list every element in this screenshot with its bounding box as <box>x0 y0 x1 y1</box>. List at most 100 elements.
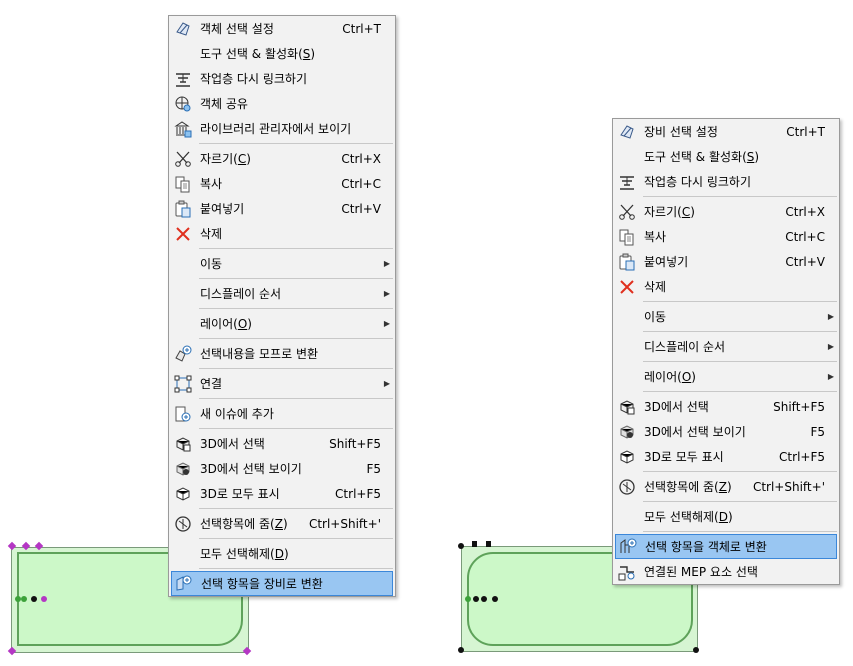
menu-item-shortcut: Ctrl+V <box>341 201 381 216</box>
menu-item-label: 디스플레이 순서 <box>644 340 726 354</box>
menu-item-3d로-모두-표시[interactable]: 3D로 모두 표시 Ctrl+F5 <box>169 481 395 506</box>
menu-separator <box>199 143 393 144</box>
select-in-3d-icon <box>174 435 192 453</box>
connected-mep-select-icon <box>618 563 636 581</box>
right-node-black-3[interactable] <box>492 596 498 602</box>
menu-item-자르기[interactable]: 자르기(C) Ctrl+X <box>613 199 839 224</box>
empty-icon-slot <box>618 308 636 326</box>
menu-separator <box>199 338 393 339</box>
menu-item-shortcut: Ctrl+F5 <box>335 486 381 501</box>
right-context-menu: 장비 선택 설정 Ctrl+T 도구 선택 & 활성화(S) 작업층 다시 링크하기자… <box>612 118 840 585</box>
show-selection-3d-icon <box>618 423 636 441</box>
menu-item-label: 붙여넣기 <box>644 255 689 269</box>
menu-item-label: 모두 선택해제(D) <box>200 547 289 561</box>
menu-item-3d에서-선택[interactable]: 3D에서 선택 Shift+F5 <box>169 431 395 456</box>
menu-item-도구-선택-활성화[interactable]: 도구 선택 & 활성화(S) <box>169 41 395 66</box>
menu-item-shortcut: Ctrl+Shift+' <box>752 479 825 494</box>
menu-item-label: 레이어(O) <box>200 317 252 331</box>
right-node-green[interactable] <box>465 596 471 602</box>
show-all-3d-icon <box>618 448 636 466</box>
right-handle-1[interactable] <box>472 541 477 547</box>
left-node-magenta[interactable] <box>41 596 47 602</box>
menu-item-label: 객체 공유 <box>200 97 248 111</box>
menu-item-모두-선택해제[interactable]: 모두 선택해제(D) <box>613 504 839 529</box>
menu-item-선택내용을-모프로-변환[interactable]: 선택내용을 모프로 변환 <box>169 341 395 366</box>
menu-item-삭제[interactable]: 삭제 <box>169 221 395 246</box>
menu-item-3d에서-선택-보이기[interactable]: 3D에서 선택 보이기 F5 <box>613 419 839 444</box>
submenu-arrow-icon: ▶ <box>383 289 390 298</box>
menu-item-label: 3D로 모두 표시 <box>200 487 280 501</box>
menu-item-새-이슈에-추가[interactable]: 새 이슈에 추가 <box>169 401 395 426</box>
left-node-black[interactable] <box>31 596 37 602</box>
empty-icon-slot <box>174 45 192 63</box>
copy-icon <box>174 175 192 193</box>
right-corner-bl[interactable] <box>458 647 464 653</box>
menu-item-label: 선택 항목을 장비로 변환 <box>201 577 323 591</box>
menu-item-label: 디스플레이 순서 <box>200 287 282 301</box>
menu-item-shortcut: Ctrl+Shift+' <box>308 516 381 531</box>
menu-separator <box>643 531 837 532</box>
menu-item-label: 이동 <box>200 257 223 271</box>
menu-item-label: 선택내용을 모프로 변환 <box>200 347 319 361</box>
equipment-select-settings-icon <box>618 123 636 141</box>
object-share-icon <box>174 95 192 113</box>
menu-separator <box>643 301 837 302</box>
menu-item-label: 복사 <box>200 177 223 191</box>
menu-item-label: 삭제 <box>200 227 223 241</box>
menu-item-3d로-모두-표시[interactable]: 3D로 모두 표시 Ctrl+F5 <box>613 444 839 469</box>
menu-item-레이어[interactable]: 레이어(O) ▶ <box>613 364 839 389</box>
menu-item-모두-선택해제[interactable]: 모두 선택해제(D) <box>169 541 395 566</box>
menu-separator <box>199 278 393 279</box>
menu-item-label: 레이어(O) <box>644 370 696 384</box>
right-node-black[interactable] <box>473 596 479 602</box>
menu-item-이동[interactable]: 이동 ▶ <box>169 251 395 276</box>
menu-item-이동[interactable]: 이동 ▶ <box>613 304 839 329</box>
menu-item-shortcut: Ctrl+C <box>785 229 825 244</box>
menu-item-객체-선택-설정[interactable]: 객체 선택 설정 Ctrl+T <box>169 16 395 41</box>
menu-item-장비-선택-설정[interactable]: 장비 선택 설정 Ctrl+T <box>613 119 839 144</box>
menu-item-디스플레이-순서[interactable]: 디스플레이 순서 ▶ <box>169 281 395 306</box>
zoom-to-selection-icon <box>174 515 192 533</box>
menu-item-작업층-다시-링크하기[interactable]: 작업층 다시 링크하기 <box>613 169 839 194</box>
left-node-green-2[interactable] <box>21 596 27 602</box>
menu-separator <box>199 368 393 369</box>
menu-item-3d에서-선택[interactable]: 3D에서 선택 Shift+F5 <box>613 394 839 419</box>
menu-item-선택항목에-줌[interactable]: 선택항목에 줌(Z) Ctrl+Shift+' <box>613 474 839 499</box>
menu-item-shortcut: Ctrl+C <box>341 176 381 191</box>
menu-separator <box>199 568 393 569</box>
menu-item-shortcut: Ctrl+X <box>785 204 825 219</box>
menu-item-복사[interactable]: 복사 Ctrl+C <box>613 224 839 249</box>
right-corner-tl[interactable] <box>458 543 464 549</box>
menu-item-선택-항목을-장비로-변환[interactable]: 선택 항목을 장비로 변환 <box>171 571 393 596</box>
new-issue-icon <box>174 405 192 423</box>
relink-story-icon <box>174 70 192 88</box>
right-handle-2[interactable] <box>486 541 491 547</box>
relink-story-icon <box>618 173 636 191</box>
menu-item-도구-선택-활성화[interactable]: 도구 선택 & 활성화(S) <box>613 144 839 169</box>
menu-item-선택-항목을-객체로-변환[interactable]: 선택 항목을 객체로 변환 <box>615 534 837 559</box>
right-node-black-2[interactable] <box>481 596 487 602</box>
menu-item-레이어[interactable]: 레이어(O) ▶ <box>169 311 395 336</box>
submenu-arrow-icon: ▶ <box>383 259 390 268</box>
menu-item-라이브러리-관리자에서-보이기[interactable]: 라이브러리 관리자에서 보이기 <box>169 116 395 141</box>
convert-to-object-icon <box>619 537 637 555</box>
menu-item-디스플레이-순서[interactable]: 디스플레이 순서 ▶ <box>613 334 839 359</box>
left-hotspot-5[interactable] <box>242 646 252 656</box>
menu-item-연결된-mep-요소-선택[interactable]: 연결된 MEP 요소 선택 <box>613 559 839 584</box>
menu-item-shortcut: Ctrl+F5 <box>779 449 825 464</box>
menu-item-복사[interactable]: 복사 Ctrl+C <box>169 171 395 196</box>
menu-item-자르기[interactable]: 자르기(C) Ctrl+X <box>169 146 395 171</box>
right-corner-br[interactable] <box>693 647 699 653</box>
menu-item-선택항목에-줌[interactable]: 선택항목에 줌(Z) Ctrl+Shift+' <box>169 511 395 536</box>
menu-item-shortcut: F5 <box>366 461 381 476</box>
menu-item-작업층-다시-링크하기[interactable]: 작업층 다시 링크하기 <box>169 66 395 91</box>
show-selection-3d-icon <box>174 460 192 478</box>
menu-item-label: 연결 <box>200 377 223 391</box>
menu-item-객체-공유[interactable]: 객체 공유 <box>169 91 395 116</box>
menu-item-label: 선택항목에 줌(Z) <box>200 517 288 531</box>
menu-item-붙여넣기[interactable]: 붙여넣기 Ctrl+V <box>169 196 395 221</box>
menu-item-3d에서-선택-보이기[interactable]: 3D에서 선택 보이기 F5 <box>169 456 395 481</box>
menu-item-붙여넣기[interactable]: 붙여넣기 Ctrl+V <box>613 249 839 274</box>
menu-item-연결[interactable]: 연결 ▶ <box>169 371 395 396</box>
menu-item-삭제[interactable]: 삭제 <box>613 274 839 299</box>
